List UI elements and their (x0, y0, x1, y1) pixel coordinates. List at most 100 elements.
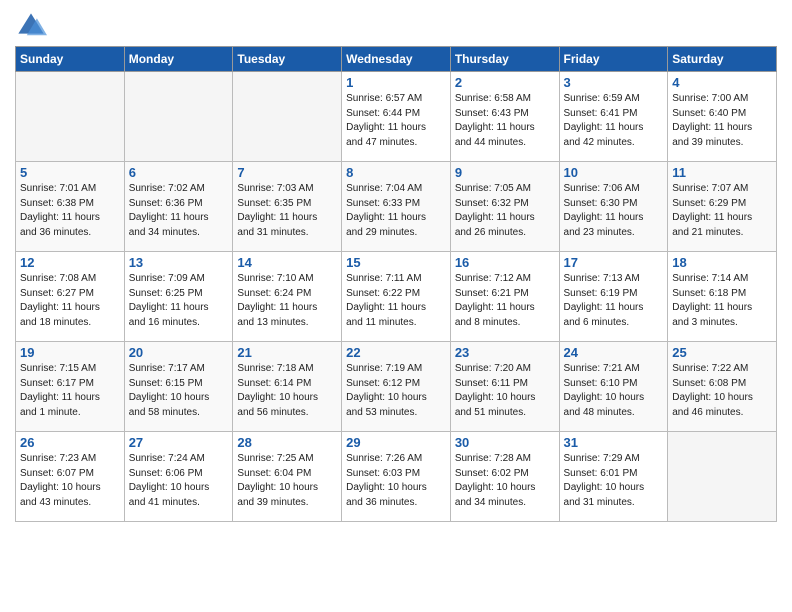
calendar-cell: 15 Sunrise: 7:11 AM Sunset: 6:22 PM Dayli… (342, 252, 451, 342)
col-header-wednesday: Wednesday (342, 47, 451, 72)
day-number: 16 (455, 255, 555, 270)
day-info: Sunrise: 7:00 AM Sunset: 6:40 PM Dayligh… (672, 92, 772, 150)
calendar-table: SundayMondayTuesdayWednesdayThursdayFrid… (15, 46, 777, 522)
day-number: 6 (129, 165, 229, 180)
calendar-cell: 28 Sunrise: 7:25 AM Sunset: 6:04 PM Dayli… (233, 432, 342, 522)
calendar-cell: 4 Sunrise: 7:00 AM Sunset: 6:40 PM Daylig… (668, 72, 777, 162)
day-info: Sunrise: 7:08 AM Sunset: 6:27 PM Dayligh… (20, 272, 120, 330)
day-info: Sunrise: 7:14 AM Sunset: 6:18 PM Dayligh… (672, 272, 772, 330)
day-info: Sunrise: 7:21 AM Sunset: 6:10 PM Dayligh… (564, 362, 664, 420)
calendar-week-row-4: 19Sunrise: 7:15 AM Sunset: 6:17 PM Dayli… (16, 342, 777, 432)
calendar-cell: 29 Sunrise: 7:26 AM Sunset: 6:03 PM Dayli… (342, 432, 451, 522)
day-number: 24 (564, 345, 664, 360)
calendar-cell (668, 432, 777, 522)
calendar-cell: 31 Sunrise: 7:29 AM Sunset: 6:01 PM Dayli… (559, 432, 668, 522)
day-info: Sunrise: 7:05 AM Sunset: 6:32 PM Dayligh… (455, 182, 555, 240)
calendar-cell: 6Sunrise: 7:02 AM Sunset: 6:36 PM Daylig… (124, 162, 233, 252)
day-info: Sunrise: 7:09 AM Sunset: 6:25 PM Dayligh… (129, 272, 229, 330)
calendar-header-row: SundayMondayTuesdayWednesdayThursdayFrid… (16, 47, 777, 72)
logo-icon (15, 10, 47, 42)
day-number: 8 (346, 165, 446, 180)
day-info: Sunrise: 7:12 AM Sunset: 6:21 PM Dayligh… (455, 272, 555, 330)
calendar-cell: 20 Sunrise: 7:17 AM Sunset: 6:15 PM Dayli… (124, 342, 233, 432)
day-info: Sunrise: 7:11 AM Sunset: 6:22 PM Dayligh… (346, 272, 446, 330)
calendar-cell (16, 72, 125, 162)
calendar-cell: 25 Sunrise: 7:22 AM Sunset: 6:08 PM Dayli… (668, 342, 777, 432)
calendar-cell: 5Sunrise: 7:01 AM Sunset: 6:38 PM Daylig… (16, 162, 125, 252)
day-info: Sunrise: 7:17 AM Sunset: 6:15 PM Dayligh… (129, 362, 229, 420)
calendar-week-row-5: 26 Sunrise: 7:23 AM Sunset: 6:07 PM Dayli… (16, 432, 777, 522)
col-header-friday: Friday (559, 47, 668, 72)
day-number: 5 (20, 165, 120, 180)
day-info: Sunrise: 6:59 AM Sunset: 6:41 PM Dayligh… (564, 92, 664, 150)
calendar-week-row-2: 5Sunrise: 7:01 AM Sunset: 6:38 PM Daylig… (16, 162, 777, 252)
calendar-cell: 19Sunrise: 7:15 AM Sunset: 6:17 PM Dayli… (16, 342, 125, 432)
col-header-sunday: Sunday (16, 47, 125, 72)
day-info: Sunrise: 7:26 AM Sunset: 6:03 PM Dayligh… (346, 452, 446, 510)
calendar-week-row-3: 12 Sunrise: 7:08 AM Sunset: 6:27 PM Dayli… (16, 252, 777, 342)
calendar-week-row-1: 1 Sunrise: 6:57 AM Sunset: 6:44 PM Daylig… (16, 72, 777, 162)
calendar-cell: 26 Sunrise: 7:23 AM Sunset: 6:07 PM Dayli… (16, 432, 125, 522)
day-number: 23 (455, 345, 555, 360)
day-info: Sunrise: 7:22 AM Sunset: 6:08 PM Dayligh… (672, 362, 772, 420)
day-info: Sunrise: 7:23 AM Sunset: 6:07 PM Dayligh… (20, 452, 120, 510)
day-number: 1 (346, 75, 446, 90)
calendar-cell: 17 Sunrise: 7:13 AM Sunset: 6:19 PM Dayli… (559, 252, 668, 342)
day-number: 27 (129, 435, 229, 450)
day-number: 25 (672, 345, 772, 360)
day-number: 20 (129, 345, 229, 360)
calendar-cell: 13 Sunrise: 7:09 AM Sunset: 6:25 PM Dayli… (124, 252, 233, 342)
calendar-cell: 24 Sunrise: 7:21 AM Sunset: 6:10 PM Dayli… (559, 342, 668, 432)
logo (15, 10, 51, 42)
day-info: Sunrise: 7:04 AM Sunset: 6:33 PM Dayligh… (346, 182, 446, 240)
day-number: 7 (237, 165, 337, 180)
calendar-cell: 21Sunrise: 7:18 AM Sunset: 6:14 PM Dayli… (233, 342, 342, 432)
calendar-cell (124, 72, 233, 162)
calendar-cell: 1 Sunrise: 6:57 AM Sunset: 6:44 PM Daylig… (342, 72, 451, 162)
col-header-saturday: Saturday (668, 47, 777, 72)
day-info: Sunrise: 7:07 AM Sunset: 6:29 PM Dayligh… (672, 182, 772, 240)
day-info: Sunrise: 6:58 AM Sunset: 6:43 PM Dayligh… (455, 92, 555, 150)
day-info: Sunrise: 6:57 AM Sunset: 6:44 PM Dayligh… (346, 92, 446, 150)
day-number: 12 (20, 255, 120, 270)
day-info: Sunrise: 7:20 AM Sunset: 6:11 PM Dayligh… (455, 362, 555, 420)
col-header-monday: Monday (124, 47, 233, 72)
day-info: Sunrise: 7:28 AM Sunset: 6:02 PM Dayligh… (455, 452, 555, 510)
day-number: 26 (20, 435, 120, 450)
col-header-thursday: Thursday (450, 47, 559, 72)
day-number: 9 (455, 165, 555, 180)
calendar-cell: 3Sunrise: 6:59 AM Sunset: 6:41 PM Daylig… (559, 72, 668, 162)
day-number: 17 (564, 255, 664, 270)
calendar-cell: 9 Sunrise: 7:05 AM Sunset: 6:32 PM Daylig… (450, 162, 559, 252)
calendar-cell (233, 72, 342, 162)
day-info: Sunrise: 7:06 AM Sunset: 6:30 PM Dayligh… (564, 182, 664, 240)
day-info: Sunrise: 7:03 AM Sunset: 6:35 PM Dayligh… (237, 182, 337, 240)
day-number: 29 (346, 435, 446, 450)
day-number: 15 (346, 255, 446, 270)
calendar-cell: 27 Sunrise: 7:24 AM Sunset: 6:06 PM Dayli… (124, 432, 233, 522)
day-number: 30 (455, 435, 555, 450)
day-number: 13 (129, 255, 229, 270)
day-info: Sunrise: 7:19 AM Sunset: 6:12 PM Dayligh… (346, 362, 446, 420)
calendar-cell: 16 Sunrise: 7:12 AM Sunset: 6:21 PM Dayli… (450, 252, 559, 342)
calendar-cell: 12 Sunrise: 7:08 AM Sunset: 6:27 PM Dayli… (16, 252, 125, 342)
day-info: Sunrise: 7:13 AM Sunset: 6:19 PM Dayligh… (564, 272, 664, 330)
day-number: 21 (237, 345, 337, 360)
calendar-cell: 11 Sunrise: 7:07 AM Sunset: 6:29 PM Dayli… (668, 162, 777, 252)
calendar-cell: 14Sunrise: 7:10 AM Sunset: 6:24 PM Dayli… (233, 252, 342, 342)
day-number: 4 (672, 75, 772, 90)
day-number: 31 (564, 435, 664, 450)
day-number: 19 (20, 345, 120, 360)
calendar-cell: 8 Sunrise: 7:04 AM Sunset: 6:33 PM Daylig… (342, 162, 451, 252)
day-number: 28 (237, 435, 337, 450)
calendar-cell: 10 Sunrise: 7:06 AM Sunset: 6:30 PM Dayli… (559, 162, 668, 252)
day-number: 10 (564, 165, 664, 180)
page-container: SundayMondayTuesdayWednesdayThursdayFrid… (0, 0, 792, 532)
day-info: Sunrise: 7:24 AM Sunset: 6:06 PM Dayligh… (129, 452, 229, 510)
calendar-cell: 2Sunrise: 6:58 AM Sunset: 6:43 PM Daylig… (450, 72, 559, 162)
calendar-cell: 30 Sunrise: 7:28 AM Sunset: 6:02 PM Dayli… (450, 432, 559, 522)
day-number: 22 (346, 345, 446, 360)
day-number: 11 (672, 165, 772, 180)
day-info: Sunrise: 7:25 AM Sunset: 6:04 PM Dayligh… (237, 452, 337, 510)
day-info: Sunrise: 7:29 AM Sunset: 6:01 PM Dayligh… (564, 452, 664, 510)
